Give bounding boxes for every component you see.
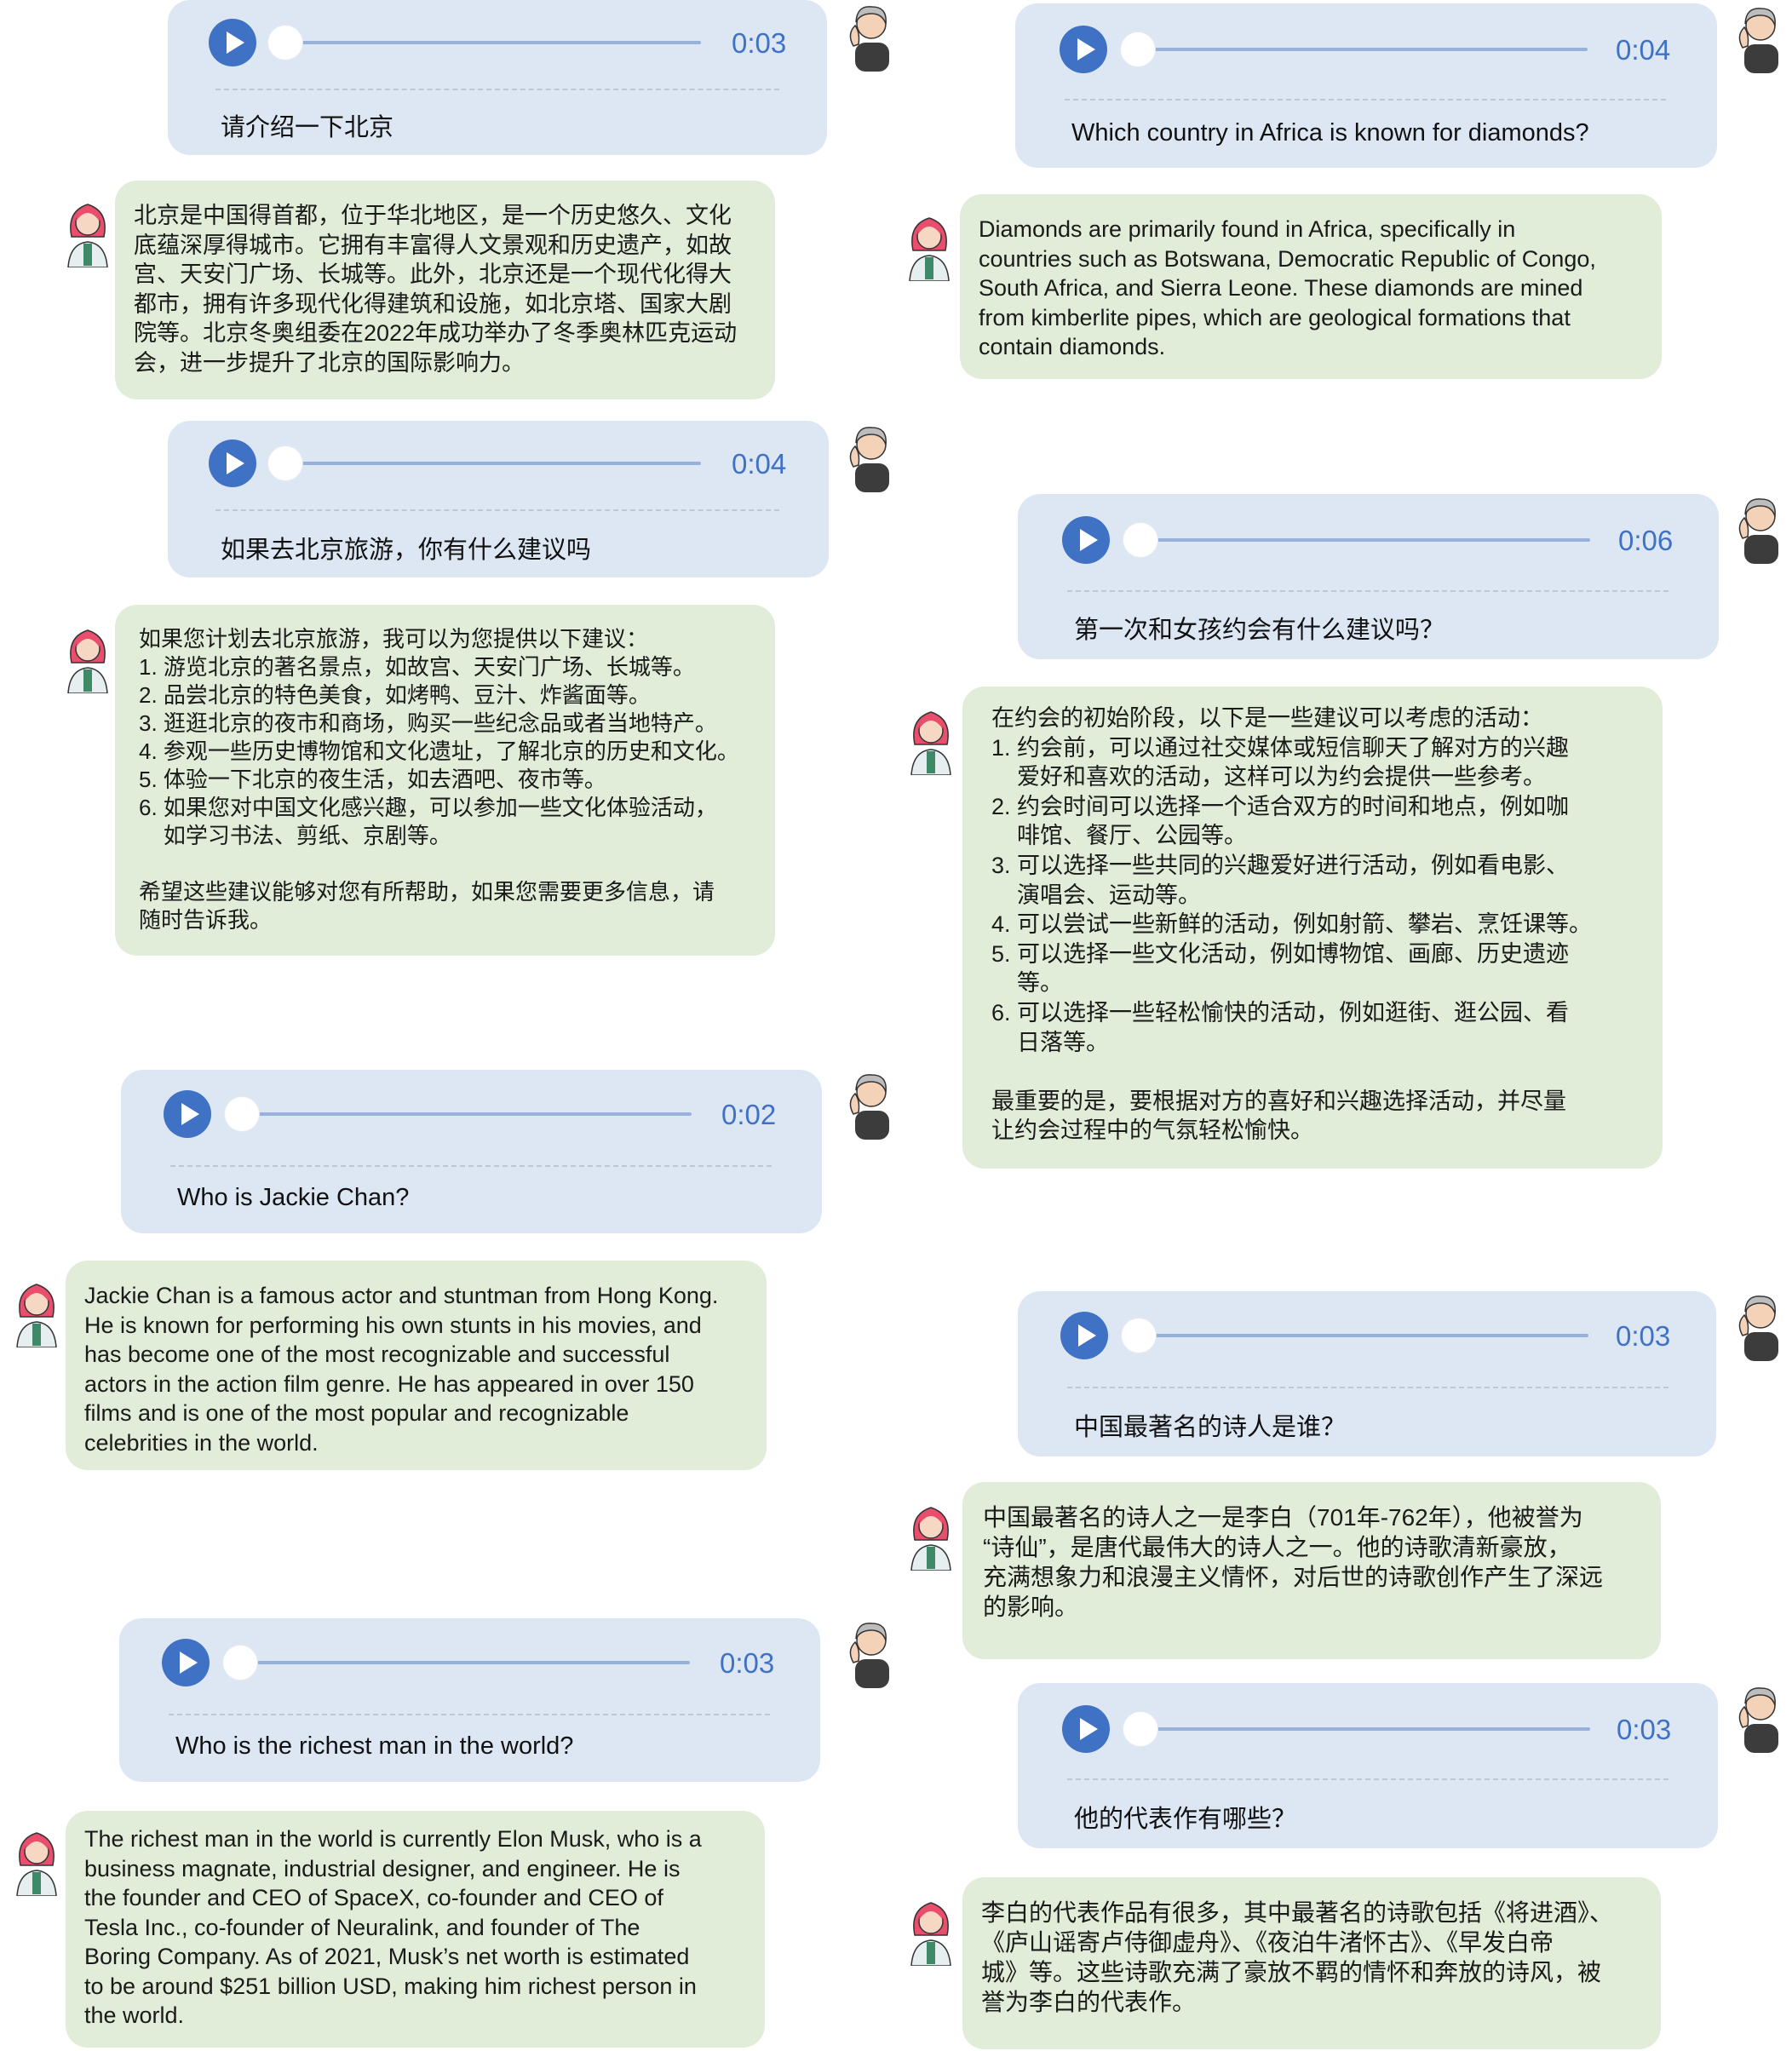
progress-knob[interactable]	[1123, 523, 1157, 557]
transcript-text: Which country in Africa is known for dia…	[1071, 119, 1589, 146]
divider	[1067, 1778, 1669, 1780]
voice-message: 0:03 中国最著名的诗人是谁？	[1018, 1291, 1716, 1456]
play-icon	[1080, 1718, 1098, 1740]
voice-message: 0:03 他的代表作有哪些？	[1018, 1683, 1718, 1848]
reply-bubble: 李白的代表作品有很多，其中最著名的诗歌包括《将进酒》、 《庐山谣寄卢侍御虚舟》、…	[962, 1877, 1661, 2049]
duration-label: 0:03	[732, 27, 787, 59]
reply-bubble: The richest man in the world is currentl…	[66, 1811, 765, 2048]
progress-knob[interactable]	[223, 1646, 257, 1680]
play-icon	[180, 1652, 198, 1674]
assistant-avatar-icon	[60, 194, 116, 267]
progress-knob[interactable]	[268, 26, 302, 60]
duration-label: 0:04	[1616, 34, 1671, 66]
progress-track[interactable]	[268, 41, 701, 44]
reply-bubble: 中国最著名的诗人之一是李白（701年-762年），他被誉为 “诗仙”，是唐代最伟…	[962, 1482, 1661, 1659]
play-icon	[227, 452, 244, 474]
duration-label: 0:03	[720, 1647, 775, 1679]
divider	[1067, 1387, 1669, 1388]
play-button[interactable]	[162, 1639, 210, 1686]
progress-track[interactable]	[225, 1112, 692, 1116]
play-button[interactable]	[1060, 1312, 1108, 1359]
transcript-text: 第一次和女孩约会有什么建议吗？	[1074, 617, 1445, 644]
progress-track[interactable]	[1123, 1727, 1590, 1731]
duration-label: 0:03	[1617, 1714, 1672, 1745]
divider	[215, 89, 779, 90]
assistant-avatar-icon	[9, 1823, 65, 1896]
user-avatar-icon	[843, 1617, 899, 1690]
user-avatar-icon	[1732, 492, 1789, 566]
progress-knob[interactable]	[268, 446, 302, 480]
assistant-avatar-icon	[903, 1893, 959, 1966]
assistant-avatar-icon	[9, 1274, 65, 1347]
play-button[interactable]	[1060, 26, 1107, 73]
voice-message: 0:02 Who is Jackie Chan?	[121, 1070, 822, 1233]
assistant-avatar-icon	[60, 620, 116, 693]
voice-message: 0:04 Which country in Africa is known fo…	[1015, 3, 1717, 168]
divider	[1067, 590, 1669, 592]
user-avatar-icon	[1732, 1681, 1789, 1755]
assistant-avatar-icon	[903, 702, 959, 775]
transcript-text: 如果去北京旅游，你有什么建议吗	[221, 537, 592, 564]
transcript-text: Who is the richest man in the world?	[175, 1732, 574, 1760]
transcript-text: 请介绍一下北京	[221, 114, 394, 141]
duration-label: 0:06	[1618, 525, 1674, 556]
play-button[interactable]	[1062, 516, 1110, 564]
transcript-text: 他的代表作有哪些？	[1074, 1806, 1297, 1833]
progress-track[interactable]	[1123, 538, 1590, 542]
play-icon	[1078, 1324, 1096, 1347]
voice-message: 0:06 第一次和女孩约会有什么建议吗？	[1018, 494, 1719, 659]
progress-track[interactable]	[223, 1661, 690, 1664]
assistant-avatar-icon	[901, 208, 957, 281]
play-icon	[227, 32, 244, 54]
play-icon	[181, 1103, 199, 1125]
user-avatar-icon	[843, 1068, 899, 1141]
divider	[170, 1165, 772, 1167]
user-avatar-icon	[1732, 2, 1789, 75]
reply-bubble: 在约会的初始阶段，以下是一些建议可以考虑的活动： 1. 约会前，可以通过社交媒体…	[962, 687, 1663, 1169]
voice-message: 0:03 请介绍一下北京	[168, 0, 827, 155]
play-icon	[1080, 529, 1098, 551]
reply-bubble: Jackie Chan is a famous actor and stuntm…	[66, 1261, 767, 1470]
progress-knob[interactable]	[1123, 1712, 1157, 1746]
user-avatar-icon	[843, 421, 899, 494]
voice-message: 0:03 Who is the richest man in the world…	[119, 1618, 820, 1782]
progress-knob[interactable]	[1122, 1318, 1156, 1353]
duration-label: 0:04	[732, 448, 787, 480]
transcript-text: 中国最著名的诗人是谁？	[1074, 1414, 1347, 1441]
assistant-avatar-icon	[903, 1497, 959, 1571]
reply-bubble: 如果您计划去北京旅游，我可以为您提供以下建议： 1. 游览北京的著名景点，如故宫…	[115, 605, 775, 956]
progress-track[interactable]	[1121, 48, 1588, 51]
play-button[interactable]	[209, 440, 256, 487]
voice-message: 0:04 如果去北京旅游，你有什么建议吗	[168, 421, 829, 577]
divider	[1065, 99, 1666, 101]
user-avatar-icon	[843, 0, 899, 73]
duration-label: 0:02	[721, 1099, 777, 1130]
user-avatar-icon	[1732, 1290, 1789, 1363]
transcript-text: Who is Jackie Chan?	[177, 1184, 410, 1211]
play-icon	[1077, 38, 1095, 60]
progress-knob[interactable]	[225, 1097, 259, 1131]
reply-bubble: Diamonds are primarily found in Africa, …	[960, 194, 1662, 379]
play-button[interactable]	[1062, 1705, 1110, 1753]
play-button[interactable]	[164, 1090, 211, 1138]
progress-knob[interactable]	[1121, 32, 1155, 66]
progress-track[interactable]	[1122, 1334, 1588, 1337]
reply-bubble: 北京是中国得首都，位于华北地区，是一个历史悠久、文化 底蕴深厚得城市。它拥有丰富…	[115, 181, 775, 399]
divider	[169, 1714, 770, 1715]
play-button[interactable]	[209, 19, 256, 66]
duration-label: 0:03	[1616, 1320, 1671, 1352]
progress-track[interactable]	[268, 462, 701, 465]
divider	[215, 509, 779, 511]
